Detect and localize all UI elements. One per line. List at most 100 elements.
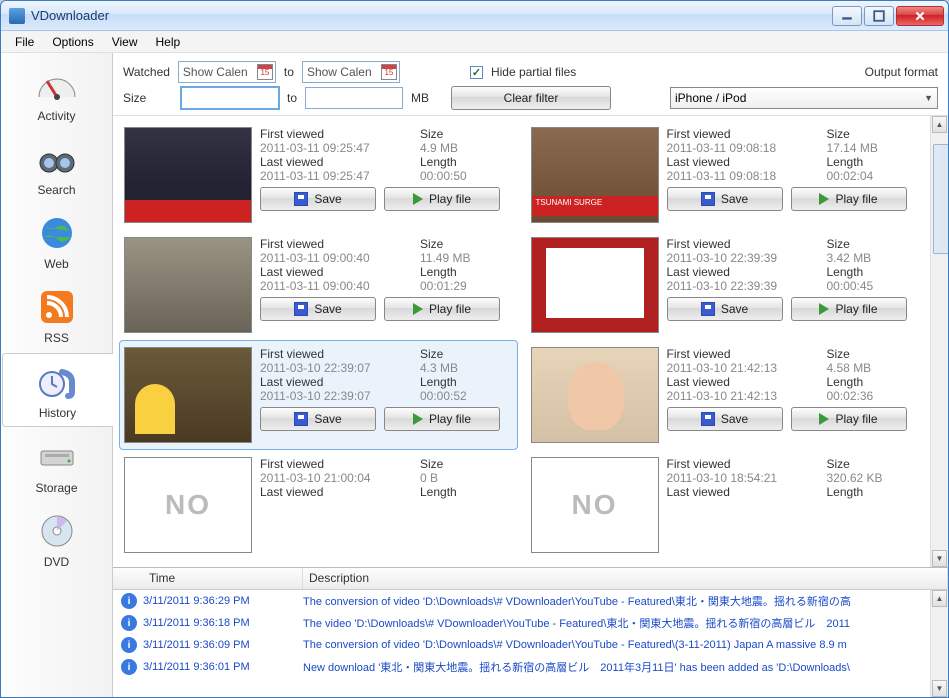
log-time: 3/11/2011 9:36:29 PM: [143, 595, 303, 607]
scroll-thumb[interactable]: [933, 144, 948, 254]
history-icon: [34, 362, 82, 402]
play-button[interactable]: Play file: [384, 187, 500, 211]
sidebar-item-rss[interactable]: RSS: [1, 279, 112, 351]
length-value: 00:00:45: [827, 279, 907, 293]
first-viewed-value: 2011-03-10 22:39:07: [260, 361, 410, 375]
last-viewed-label: Last viewed: [667, 265, 817, 279]
video-info: First viewed Size 2011-03-11 09:00:40 11…: [260, 237, 513, 333]
first-viewed-label: First viewed: [260, 237, 410, 251]
save-button[interactable]: Save: [260, 407, 376, 431]
scroll-up-icon[interactable]: ▲: [932, 116, 947, 133]
sidebar-item-activity[interactable]: Activity: [1, 57, 112, 129]
save-button[interactable]: Save: [260, 297, 376, 321]
scroll-down-icon[interactable]: ▼: [932, 550, 947, 567]
play-button[interactable]: Play file: [791, 297, 907, 321]
play-button[interactable]: Play file: [384, 407, 500, 431]
scroll-up-icon[interactable]: ▲: [932, 590, 947, 607]
log-row[interactable]: i 3/11/2011 9:36:18 PM The video 'D:\Dow…: [113, 612, 948, 634]
video-info: First viewed Size 2011-03-11 09:25:47 4.…: [260, 127, 513, 223]
video-info: First viewed Size 2011-03-10 21:42:13 4.…: [667, 347, 920, 443]
save-icon: [701, 412, 715, 426]
video-info: First viewed Size 2011-03-11 09:08:18 17…: [667, 127, 920, 223]
length-value: 00:01:29: [420, 279, 500, 293]
first-viewed-value: 2011-03-10 21:00:04: [260, 471, 410, 485]
save-button[interactable]: Save: [260, 187, 376, 211]
titlebar[interactable]: VDownloader: [1, 1, 948, 31]
watched-to-input[interactable]: Show Calen15: [302, 61, 400, 83]
video-card[interactable]: First viewed Size 2011-03-10 22:39:39 3.…: [526, 230, 925, 340]
minimize-button[interactable]: [832, 6, 862, 26]
video-card[interactable]: First viewed Size 2011-03-10 22:39:07 4.…: [119, 340, 518, 450]
grid-scrollbar[interactable]: ▲ ▼: [930, 116, 948, 567]
sidebar-item-history[interactable]: History: [2, 353, 113, 427]
length-value: 00:02:04: [827, 169, 907, 183]
log-time: 3/11/2011 9:36:01 PM: [143, 661, 303, 673]
menu-help[interactable]: Help: [148, 33, 189, 51]
video-card[interactable]: First viewed Size 2011-03-10 21:42:13 4.…: [526, 340, 925, 450]
scroll-down-icon[interactable]: ▼: [932, 680, 947, 697]
log-panel: Time Description i 3/11/2011 9:36:29 PM …: [113, 567, 948, 697]
clear-filter-button[interactable]: Clear filter: [451, 86, 611, 110]
video-thumbnail: [124, 127, 252, 223]
size-from-input[interactable]: [181, 87, 279, 109]
first-viewed-value: 2011-03-10 18:54:21: [667, 471, 817, 485]
sidebar-item-search[interactable]: Search: [1, 131, 112, 203]
close-button[interactable]: [896, 6, 944, 26]
log-row[interactable]: i 3/11/2011 9:36:01 PM New download '東北・…: [113, 656, 948, 678]
play-button[interactable]: Play file: [384, 297, 500, 321]
sidebar-item-dvd[interactable]: DVD: [1, 503, 112, 575]
size-value: 4.58 MB: [827, 361, 907, 375]
log-desc: The video 'D:\Downloads\# VDownloader\Yo…: [303, 615, 948, 631]
first-viewed-label: First viewed: [667, 457, 817, 471]
last-viewed-value: 2011-03-10 22:39:39: [667, 279, 817, 293]
first-viewed-value: 2011-03-11 09:25:47: [260, 141, 410, 155]
video-card[interactable]: First viewed Size 2011-03-11 09:08:18 17…: [526, 120, 925, 230]
video-card[interactable]: First viewed Size 2011-03-11 09:00:40 11…: [119, 230, 518, 340]
size-value: 4.3 MB: [420, 361, 500, 375]
size-label: Size: [827, 237, 907, 251]
hide-partial-checkbox[interactable]: ✓: [470, 66, 483, 79]
sidebar-item-web[interactable]: Web: [1, 205, 112, 277]
menu-options[interactable]: Options: [44, 33, 101, 51]
save-button[interactable]: Save: [667, 297, 783, 321]
log-row[interactable]: i 3/11/2011 9:36:29 PM The conversion of…: [113, 590, 948, 612]
play-button[interactable]: Play file: [791, 407, 907, 431]
log-col-desc[interactable]: Description: [303, 568, 948, 589]
output-format-select[interactable]: iPhone / iPod▼: [670, 87, 938, 109]
menu-view[interactable]: View: [104, 33, 146, 51]
size-to-input[interactable]: [305, 87, 403, 109]
play-button[interactable]: Play file: [791, 187, 907, 211]
log-scrollbar[interactable]: ▲ ▼: [930, 590, 948, 697]
menubar: File Options View Help: [1, 31, 948, 53]
video-card[interactable]: NO First viewed Size 2011-03-10 21:00:04…: [119, 450, 518, 560]
info-icon: i: [121, 659, 137, 675]
info-icon: i: [121, 615, 137, 631]
video-card[interactable]: NO First viewed Size 2011-03-10 18:54:21…: [526, 450, 925, 560]
save-button[interactable]: Save: [667, 407, 783, 431]
length-label: Length: [827, 155, 907, 169]
log-row[interactable]: i 3/11/2011 9:36:09 PM The conversion of…: [113, 634, 948, 656]
first-viewed-label: First viewed: [260, 347, 410, 361]
size-label: Size: [827, 347, 907, 361]
calendar-icon[interactable]: 15: [257, 64, 273, 80]
save-button[interactable]: Save: [667, 187, 783, 211]
size-value: 17.14 MB: [827, 141, 907, 155]
last-viewed-value: 2011-03-10 21:42:13: [667, 389, 817, 403]
menu-file[interactable]: File: [7, 33, 42, 51]
watched-from-input[interactable]: Show Calen15: [178, 61, 276, 83]
length-value: 00:00:52: [420, 389, 500, 403]
app-title: VDownloader: [31, 8, 832, 23]
save-icon: [701, 302, 715, 316]
last-viewed-label: Last viewed: [667, 155, 817, 169]
video-card[interactable]: First viewed Size 2011-03-11 09:25:47 4.…: [119, 120, 518, 230]
log-col-time[interactable]: Time: [143, 568, 303, 589]
maximize-button[interactable]: [864, 6, 894, 26]
output-format-label: Output format: [865, 65, 938, 79]
to-label-2: to: [287, 91, 297, 105]
log-header: Time Description: [113, 568, 948, 590]
size-label: Size: [123, 91, 173, 105]
calendar-icon[interactable]: 15: [381, 64, 397, 80]
save-icon: [701, 192, 715, 206]
sidebar-item-storage[interactable]: Storage: [1, 429, 112, 501]
log-time: 3/11/2011 9:36:09 PM: [143, 639, 303, 651]
